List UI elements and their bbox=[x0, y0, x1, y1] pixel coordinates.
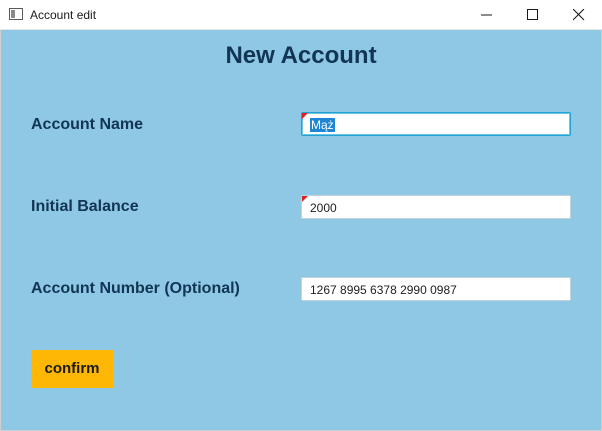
window-app-icon bbox=[9, 8, 23, 20]
form-panel: New Account Account Name Mąż Initial Bal… bbox=[1, 30, 601, 430]
initial-balance-label: Initial Balance bbox=[31, 198, 139, 215]
maximize-button[interactable] bbox=[510, 0, 556, 30]
account-name-value: Mąż bbox=[310, 118, 335, 132]
window-title: Account edit bbox=[30, 8, 97, 22]
form-heading: New Account bbox=[225, 42, 377, 69]
title-bar: Account edit bbox=[0, 0, 602, 30]
minimize-icon bbox=[481, 14, 492, 16]
close-button[interactable] bbox=[556, 0, 602, 30]
initial-balance-value: 2000 bbox=[310, 201, 337, 215]
validation-error-icon bbox=[302, 113, 308, 119]
close-icon bbox=[573, 9, 585, 21]
maximize-icon bbox=[527, 9, 538, 20]
initial-balance-field[interactable]: 2000 bbox=[301, 195, 571, 219]
account-number-value: 1267 8995 6378 2990 0987 bbox=[310, 283, 457, 297]
account-number-label: Account Number (Optional) bbox=[31, 280, 240, 297]
account-name-field[interactable]: Mąż bbox=[301, 112, 571, 136]
window-border bbox=[0, 30, 1, 431]
minimize-button[interactable] bbox=[464, 0, 510, 30]
account-number-field[interactable]: 1267 8995 6378 2990 0987 bbox=[301, 277, 571, 301]
account-name-label: Account Name bbox=[31, 116, 144, 133]
confirm-button[interactable]: confirm bbox=[31, 350, 113, 388]
validation-error-icon bbox=[302, 196, 308, 202]
